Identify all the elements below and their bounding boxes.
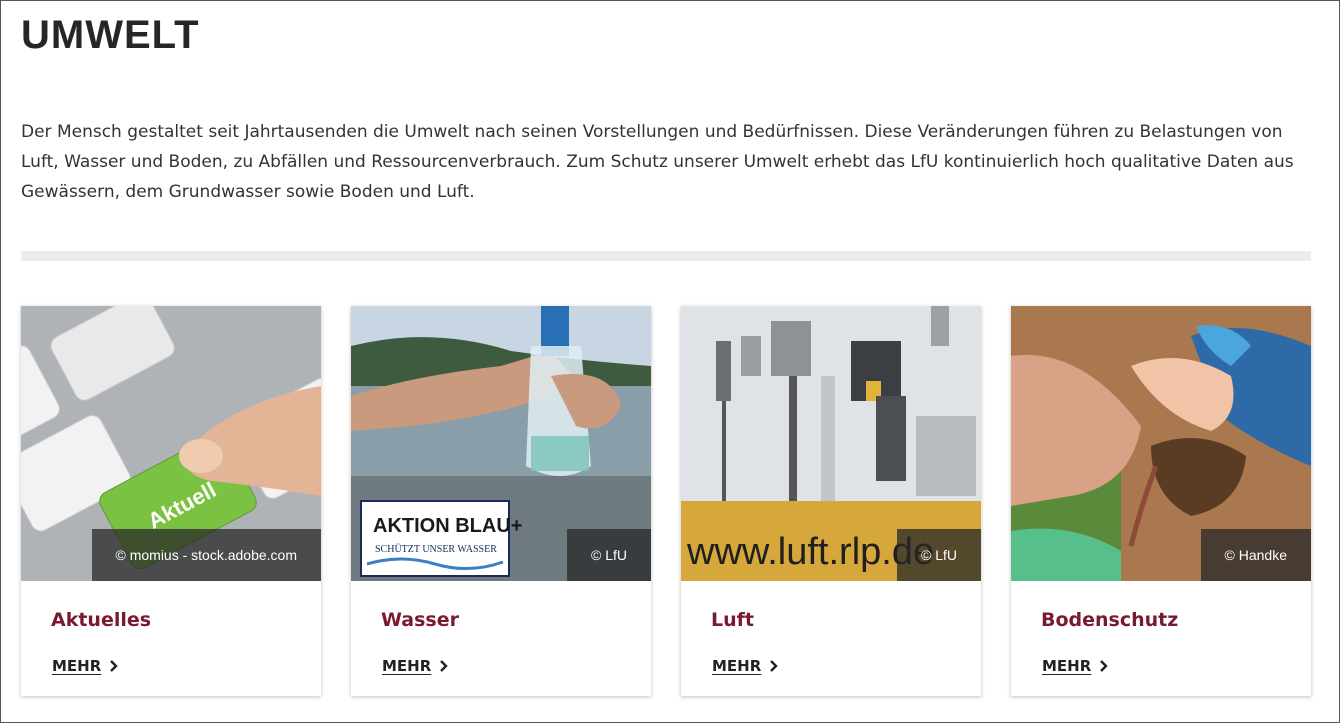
photo-credit: © momius - stock.adobe.com: [91, 529, 321, 581]
card-wasser[interactable]: AKTION BLAU+ SCHÜTZT UNSER WASSER © LfU …: [351, 306, 651, 696]
card-title[interactable]: Luft: [711, 609, 754, 631]
card-luft[interactable]: www.luft.rlp.de © LfU Luft MEHR: [681, 306, 981, 696]
card-image-luft[interactable]: www.luft.rlp.de © LfU: [681, 306, 981, 581]
card-bodenschutz[interactable]: © Handke Bodenschutz MEHR: [1011, 306, 1311, 696]
chevron-right-icon: [110, 660, 118, 672]
more-link[interactable]: MEHR: [1042, 657, 1109, 675]
card-aktuelles[interactable]: Aktuell © momius - stock.adobe.com Aktue…: [21, 306, 321, 696]
intro-text: Der Mensch gestaltet seit Jahrtausenden …: [21, 122, 1294, 202]
card-title[interactable]: Wasser: [381, 609, 459, 631]
more-label: MEHR: [52, 657, 102, 675]
logo-main-text: AKTION BLAU+: [373, 515, 522, 537]
card-image-bodenschutz[interactable]: © Handke: [1011, 306, 1311, 581]
more-label: MEHR: [382, 657, 432, 675]
photo-credit: © LfU: [897, 529, 981, 581]
chevron-right-icon: [1100, 660, 1108, 672]
card-image-wasser[interactable]: AKTION BLAU+ SCHÜTZT UNSER WASSER © LfU: [351, 306, 651, 581]
page-title: UMWELT: [21, 13, 200, 57]
photo-credit: © LfU: [567, 529, 651, 581]
card-title[interactable]: Aktuelles: [51, 609, 151, 631]
more-link[interactable]: MEHR: [712, 657, 779, 675]
chevron-right-icon: [440, 660, 448, 672]
page-frame: UMWELT Der Mensch gestaltet seit Jahrtau…: [0, 0, 1340, 723]
card-title[interactable]: Bodenschutz: [1041, 609, 1178, 631]
card-image-aktuelles[interactable]: Aktuell © momius - stock.adobe.com: [21, 306, 321, 581]
chevron-right-icon: [770, 660, 778, 672]
logo-sub-text: SCHÜTZT UNSER WASSER: [375, 543, 497, 555]
section-divider: [21, 251, 1311, 261]
photo-credit: © Handke: [1200, 529, 1311, 581]
more-link[interactable]: MEHR: [52, 657, 119, 675]
more-label: MEHR: [712, 657, 762, 675]
more-link[interactable]: MEHR: [382, 657, 449, 675]
more-label: MEHR: [1042, 657, 1092, 675]
